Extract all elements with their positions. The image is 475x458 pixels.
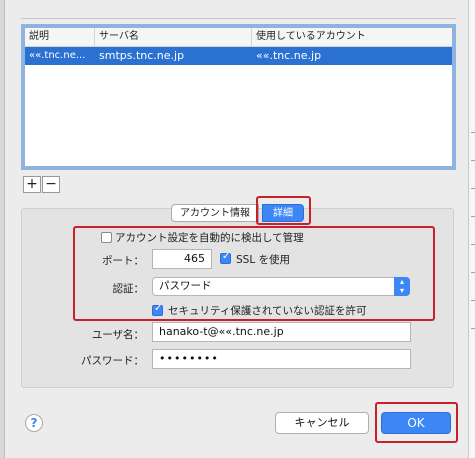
background-window-edge <box>468 0 475 458</box>
server-table[interactable]: 説明 サーバ名 使用しているアカウント ««.tnc.ne... smtps.t… <box>21 24 456 170</box>
tab-highlight-box <box>256 196 311 225</box>
table-row[interactable]: ««.tnc.ne... smtps.tnc.ne.jp ««.tnc.ne.j… <box>25 47 452 65</box>
cell-server: smtps.tnc.ne.jp <box>99 49 185 62</box>
ssl-label: SSL を使用 <box>236 254 291 266</box>
port-label: ポート： <box>102 255 144 267</box>
ssl-checkbox[interactable] <box>220 251 231 264</box>
cell-account: ««.tnc.ne.jp <box>256 49 322 62</box>
help-button[interactable]: ? <box>25 414 43 432</box>
username-label: ユーザ名： <box>91 329 144 341</box>
auth-select[interactable]: パスワード ▴ ▾ <box>152 277 410 296</box>
column-header-account[interactable]: 使用しているアカウント <box>252 28 452 46</box>
auth-label: 認証： <box>112 283 145 295</box>
ok-highlight-box <box>375 402 458 443</box>
chevron-up-down-icon: ▴ ▾ <box>394 277 410 296</box>
port-field[interactable]: 465 <box>152 249 212 269</box>
username-field[interactable]: hanako-t@««.tnc.ne.jp <box>152 322 411 342</box>
remove-server-button[interactable]: − <box>42 176 60 193</box>
auth-select-value: パスワード <box>159 280 212 292</box>
cancel-button[interactable]: キャンセル <box>275 412 369 434</box>
tab-account-info[interactable]: アカウント情報 <box>171 204 259 222</box>
password-field[interactable]: •••••••• <box>152 349 411 369</box>
add-server-button[interactable]: + <box>23 176 41 193</box>
cell-description: ««.tnc.ne... <box>29 50 86 61</box>
window-edge-left <box>0 0 5 458</box>
auto-detect-checkbox[interactable] <box>101 232 112 243</box>
auto-detect-label: アカウント設定を自動的に検出して管理 <box>115 232 304 244</box>
insecure-auth-label: セキュリティ保護されていない認証を許可 <box>168 305 367 317</box>
column-header-description[interactable]: 説明 <box>25 28 95 46</box>
insecure-auth-checkbox[interactable] <box>152 303 163 316</box>
sheet-divider <box>21 18 456 19</box>
column-header-server[interactable]: サーバ名 <box>95 28 252 46</box>
password-label: パスワード： <box>81 355 144 367</box>
table-header: 説明 サーバ名 使用しているアカウント <box>25 28 452 47</box>
